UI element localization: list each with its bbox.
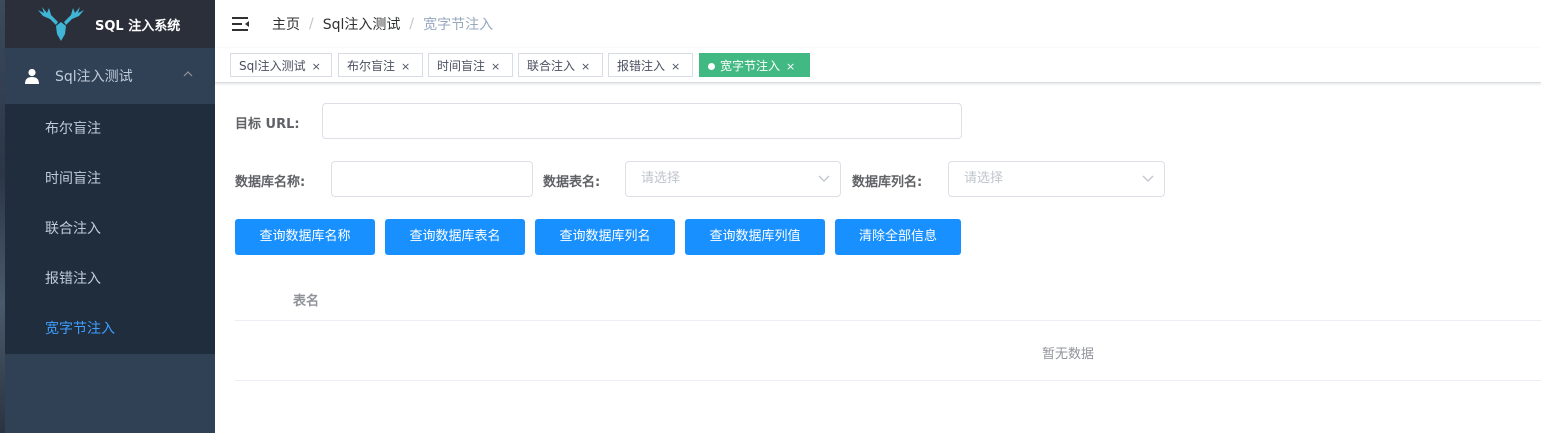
tag-label: 时间盲注 <box>437 59 486 73</box>
tag-label: 联合注入 <box>527 59 576 73</box>
query-column-name-button[interactable]: 查询数据库列名 <box>535 219 675 255</box>
active-dot-icon <box>708 63 715 70</box>
close-icon[interactable]: × <box>786 60 795 73</box>
tag-boolean-blind[interactable]: 布尔盲注 × <box>338 53 423 77</box>
breadcrumb-separator: / <box>409 16 415 32</box>
tag-label: 报错注入 <box>617 59 666 73</box>
tag-union[interactable]: 联合注入 × <box>518 53 603 77</box>
close-icon[interactable]: × <box>671 60 680 73</box>
menu-item-wide-byte[interactable]: 宽字节注入 <box>5 304 215 354</box>
logo-area: SQL 注入系统 <box>5 0 215 48</box>
url-input[interactable] <box>322 103 962 139</box>
chevron-up-icon <box>183 71 193 77</box>
table-name-label: 数据表名: <box>543 175 601 190</box>
menu-group-label: Sql注入测试 <box>55 69 133 85</box>
close-icon[interactable]: × <box>401 60 410 73</box>
table-bottom-divider <box>235 380 1541 381</box>
close-icon[interactable]: × <box>581 60 590 73</box>
navbar: 主页 / Sql注入测试 / 宽字节注入 <box>215 0 1541 48</box>
table-header-divider <box>235 320 1541 321</box>
close-icon[interactable]: × <box>491 60 500 73</box>
db-name-label: 数据库名称: <box>235 175 306 190</box>
menu-item-time-blind[interactable]: 时间盲注 <box>5 154 215 204</box>
clear-all-button[interactable]: 清除全部信息 <box>835 219 961 255</box>
chevron-down-icon <box>818 175 830 182</box>
breadcrumb-home[interactable]: 主页 <box>272 14 300 34</box>
user-icon <box>25 68 39 84</box>
breadcrumb-current: 宽字节注入 <box>423 17 494 33</box>
tag-time-blind[interactable]: 时间盲注 × <box>428 53 513 77</box>
chevron-down-icon <box>1142 175 1154 182</box>
query-db-name-button[interactable]: 查询数据库名称 <box>235 219 375 255</box>
menu-group-sql-injection[interactable]: Sql注入测试 <box>5 48 215 104</box>
deer-logo-icon <box>38 7 84 41</box>
table-name-select[interactable]: 请选择 <box>625 161 841 197</box>
empty-text: 暂无数据 <box>1042 347 1095 362</box>
tag-label: Sql注入测试 <box>239 59 306 73</box>
tag-error-based[interactable]: 报错注入 × <box>608 53 693 77</box>
menu-item-error-based[interactable]: 报错注入 <box>5 254 215 304</box>
menu-item-boolean-blind[interactable]: 布尔盲注 <box>5 104 215 154</box>
tag-wide-byte-active[interactable]: 宽字节注入 × <box>699 53 810 77</box>
breadcrumb-sql-injection[interactable]: Sql注入测试 <box>323 14 401 34</box>
sidebar: SQL 注入系统 Sql注入测试 布尔盲注 时间盲注 联合注入 报错注入 宽字节… <box>5 0 215 433</box>
db-name-input[interactable] <box>331 161 533 197</box>
tag-label: 布尔盲注 <box>347 59 396 73</box>
tags-view: Sql注入测试 × 布尔盲注 × 时间盲注 × 联合注入 × 报错注入 × 宽字节注入 × <box>215 48 1541 83</box>
tag-sql-injection[interactable]: Sql注入测试 × <box>230 53 332 77</box>
table-name-placeholder: 请选择 <box>641 171 681 186</box>
close-icon[interactable]: × <box>312 60 321 73</box>
menu-toggle-icon[interactable] <box>232 16 250 32</box>
column-name-select[interactable]: 请选择 <box>948 161 1165 197</box>
query-table-name-button[interactable]: 查询数据库表名 <box>385 219 525 255</box>
url-label: 目标 URL: <box>235 117 300 132</box>
menu-item-union[interactable]: 联合注入 <box>5 204 215 254</box>
table-header-table-name: 表名 <box>293 294 320 309</box>
app-title: SQL 注入系统 <box>95 18 181 34</box>
query-column-value-button[interactable]: 查询数据库列值 <box>685 219 825 255</box>
column-name-label: 数据库列名: <box>852 175 923 190</box>
breadcrumb: 主页 / Sql注入测试 / 宽字节注入 <box>272 14 493 34</box>
column-name-placeholder: 请选择 <box>964 171 1004 186</box>
submenu-list: 布尔盲注 时间盲注 联合注入 报错注入 宽字节注入 <box>5 104 215 354</box>
tag-label: 宽字节注入 <box>720 59 781 73</box>
breadcrumb-separator: / <box>309 16 314 32</box>
